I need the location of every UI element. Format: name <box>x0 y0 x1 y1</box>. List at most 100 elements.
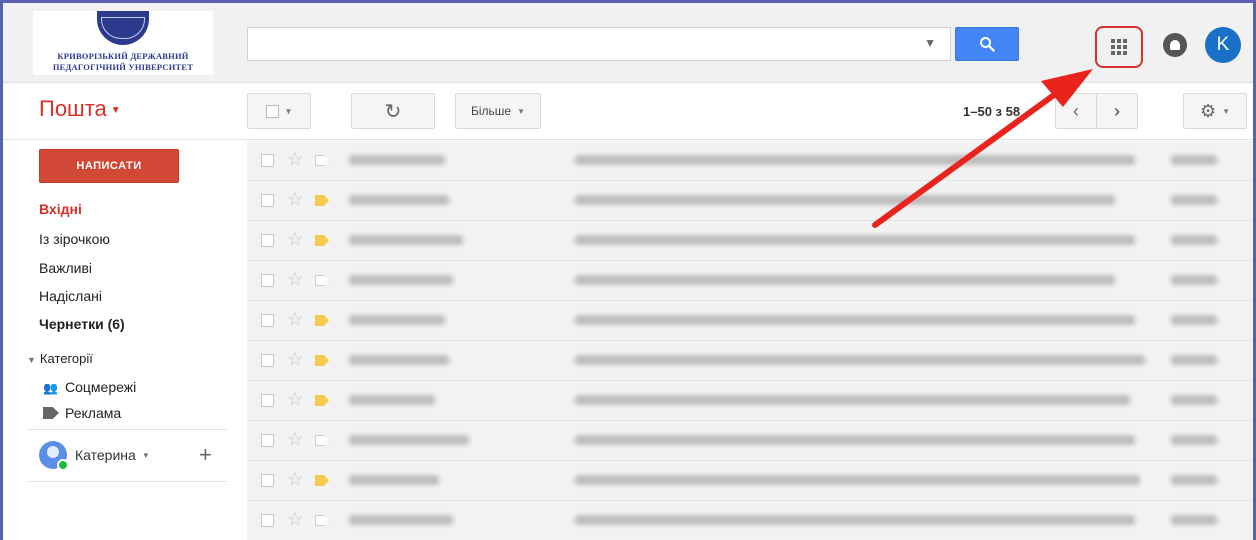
triangle-down-icon: ▼ <box>27 355 36 365</box>
mail-app-switcher[interactable]: Пошта ▼ <box>39 96 121 122</box>
table-row[interactable]: ☆ <box>247 261 1253 301</box>
row-checkbox[interactable] <box>261 314 274 327</box>
star-icon[interactable]: ☆ <box>287 349 303 369</box>
select-all-button[interactable]: ▼ <box>247 93 311 129</box>
online-status-icon <box>57 459 69 471</box>
subject-blurred <box>575 435 1135 445</box>
subject-blurred <box>575 315 1135 325</box>
page-count: 1–50 з 58 <box>963 104 1021 119</box>
top-header: КРИВОРІЗЬКИЙ ДЕРЖАВНИЙ ПЕДАГОГІЧНИЙ УНІВ… <box>3 3 1253 83</box>
date-blurred <box>1171 475 1217 485</box>
apps-grid-button[interactable] <box>1095 26 1143 68</box>
row-checkbox[interactable] <box>261 194 274 207</box>
university-logo[interactable]: КРИВОРІЗЬКИЙ ДЕРЖАВНИЙ ПЕДАГОГІЧНИЙ УНІВ… <box>33 11 213 75</box>
star-icon[interactable]: ☆ <box>287 469 303 489</box>
sidebar-item-promotions[interactable]: Реклама <box>43 405 121 421</box>
people-icon: 👥 <box>43 381 58 395</box>
sidebar-item-sent[interactable]: Надіслані <box>39 288 102 304</box>
row-checkbox[interactable] <box>261 474 274 487</box>
star-icon[interactable]: ☆ <box>287 429 303 449</box>
sender-blurred <box>349 235 463 245</box>
compose-button[interactable]: НАПИСАТИ <box>39 149 179 183</box>
chevron-down-icon: ▼ <box>1222 106 1231 116</box>
sidebar-item-social[interactable]: 👥 Соцмережі <box>43 379 136 395</box>
importance-marker-icon[interactable] <box>315 395 329 406</box>
settings-button[interactable]: ⚙ ▼ <box>1183 93 1247 129</box>
table-row[interactable]: ☆ <box>247 461 1253 501</box>
star-icon[interactable]: ☆ <box>287 149 303 169</box>
sidebar-item-drafts[interactable]: Чернетки (6) <box>39 316 125 332</box>
row-checkbox[interactable] <box>261 434 274 447</box>
hangouts-user[interactable]: Катерина ▼ <box>39 441 150 471</box>
subject-blurred <box>575 195 1115 205</box>
sidebar-item-important[interactable]: Важливі <box>39 260 92 276</box>
table-row[interactable]: ☆ <box>247 421 1253 461</box>
account-avatar[interactable]: K <box>1205 27 1241 63</box>
refresh-button[interactable]: ↻ <box>351 93 435 129</box>
importance-marker-icon[interactable] <box>315 235 329 246</box>
sender-blurred <box>349 475 439 485</box>
sender-blurred <box>349 195 449 205</box>
importance-marker-icon[interactable] <box>315 515 329 526</box>
importance-marker-icon[interactable] <box>315 315 329 326</box>
user-avatar <box>39 441 69 471</box>
subject-blurred <box>575 475 1140 485</box>
importance-marker-icon[interactable] <box>315 155 329 166</box>
star-icon[interactable]: ☆ <box>287 189 303 209</box>
subject-blurred <box>575 275 1115 285</box>
importance-marker-icon[interactable] <box>315 355 329 366</box>
search-input[interactable] <box>248 28 908 60</box>
chevron-down-icon: ▼ <box>284 106 293 116</box>
sidebar: НАПИСАТИ Вхідні Із зірочкою Важливі Наді… <box>3 141 229 540</box>
sender-blurred <box>349 435 469 445</box>
user-name: Катерина <box>75 447 136 463</box>
more-button[interactable]: Більше ▼ <box>455 93 541 129</box>
table-row[interactable]: ☆ <box>247 181 1253 221</box>
gear-icon: ⚙ <box>1199 100 1217 121</box>
table-row[interactable]: ☆ <box>247 341 1253 381</box>
row-checkbox[interactable] <box>261 354 274 367</box>
date-blurred <box>1171 355 1217 365</box>
row-checkbox[interactable] <box>261 394 274 407</box>
importance-marker-icon[interactable] <box>315 275 329 286</box>
star-icon[interactable]: ☆ <box>287 229 303 249</box>
date-blurred <box>1171 275 1217 285</box>
table-row[interactable]: ☆ <box>247 301 1253 341</box>
star-icon[interactable]: ☆ <box>287 509 303 529</box>
date-blurred <box>1171 315 1217 325</box>
sender-blurred <box>349 275 453 285</box>
subject-blurred <box>575 235 1135 245</box>
date-blurred <box>1171 235 1217 245</box>
notifications-bell-icon[interactable] <box>1163 33 1187 57</box>
chevron-left-icon: ‹ <box>1073 100 1079 121</box>
sidebar-categories-toggle[interactable]: ▼ Категорії <box>27 351 93 366</box>
importance-marker-icon[interactable] <box>315 195 329 206</box>
row-checkbox[interactable] <box>261 514 274 527</box>
row-checkbox[interactable] <box>261 154 274 167</box>
subject-blurred <box>575 395 1130 405</box>
window-frame: КРИВОРІЗЬКИЙ ДЕРЖАВНИЙ ПЕДАГОГІЧНИЙ УНІВ… <box>0 0 1256 540</box>
star-icon[interactable]: ☆ <box>287 269 303 289</box>
sidebar-item-starred[interactable]: Із зірочкою <box>39 231 110 247</box>
importance-marker-icon[interactable] <box>315 475 329 486</box>
row-checkbox[interactable] <box>261 274 274 287</box>
prev-page-button[interactable]: ‹ <box>1055 93 1097 129</box>
search-button[interactable] <box>955 27 1019 61</box>
tag-icon <box>43 407 59 419</box>
search-box[interactable]: ▼ <box>247 27 951 61</box>
select-all-checkbox[interactable] <box>265 104 279 118</box>
add-contact-button[interactable]: + <box>199 441 212 469</box>
table-row[interactable]: ☆ <box>247 141 1253 181</box>
date-blurred <box>1171 155 1217 165</box>
sidebar-item-inbox[interactable]: Вхідні <box>39 201 82 217</box>
star-icon[interactable]: ☆ <box>287 309 303 329</box>
importance-marker-icon[interactable] <box>315 435 329 446</box>
star-icon[interactable]: ☆ <box>287 389 303 409</box>
row-checkbox[interactable] <box>261 234 274 247</box>
next-page-button[interactable]: › <box>1096 93 1138 129</box>
search-options-caret-icon[interactable]: ▼ <box>924 36 936 50</box>
table-row[interactable]: ☆ <box>247 501 1253 540</box>
table-row[interactable]: ☆ <box>247 381 1253 421</box>
category-label: Соцмережі <box>65 379 137 395</box>
table-row[interactable]: ☆ <box>247 221 1253 261</box>
